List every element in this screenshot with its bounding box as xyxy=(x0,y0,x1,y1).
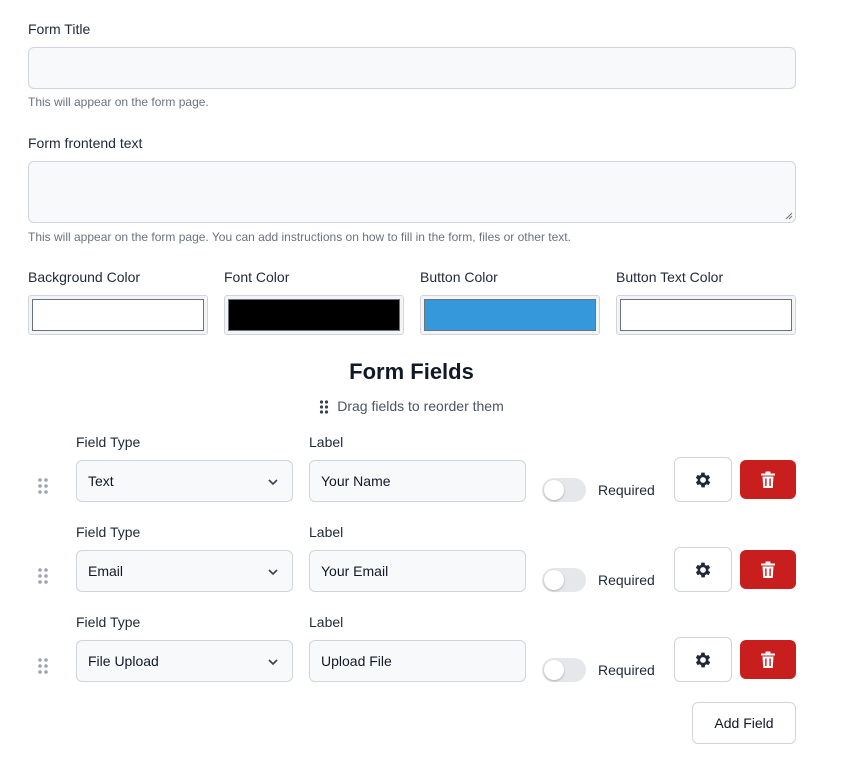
field-settings-button[interactable] xyxy=(674,547,732,592)
field-type-label: Field Type xyxy=(76,614,141,630)
field-type-value: File Upload xyxy=(88,653,159,669)
reorder-hint: Drag fields to reorder them xyxy=(0,398,823,414)
button-text-color-swatch xyxy=(620,299,792,331)
field-settings-button[interactable] xyxy=(674,457,732,502)
delete-field-button[interactable] xyxy=(740,640,796,679)
font-color-swatch xyxy=(228,299,400,331)
drag-handle-icon[interactable] xyxy=(37,477,49,495)
field-type-value: Email xyxy=(88,563,124,579)
drag-handle-icon xyxy=(320,400,329,414)
add-field-button[interactable]: Add Field xyxy=(692,702,796,744)
required-label: Required xyxy=(598,482,655,498)
trash-icon xyxy=(761,561,775,578)
field-type-label: Field Type xyxy=(76,434,141,450)
required-toggle[interactable] xyxy=(542,478,586,502)
label-label: Label xyxy=(309,614,344,630)
form-title-help: This will appear on the form page. xyxy=(28,95,209,109)
chevron-down-icon xyxy=(268,479,278,486)
label-input-value: Upload File xyxy=(321,653,392,669)
form-title-label: Form Title xyxy=(28,21,91,37)
frontend-text-label: Form frontend text xyxy=(28,135,143,151)
drag-handle-icon[interactable] xyxy=(37,657,49,675)
font-color-picker[interactable] xyxy=(224,295,404,335)
field-type-value: Text xyxy=(88,473,114,489)
gear-icon xyxy=(695,562,711,577)
resize-grip-icon[interactable] xyxy=(785,212,793,220)
label-input[interactable]: Your Email xyxy=(309,550,526,592)
label-input-value: Your Name xyxy=(321,473,391,489)
label-input-value: Your Email xyxy=(321,563,389,579)
required-toggle[interactable] xyxy=(542,658,586,682)
reorder-hint-text: Drag fields to reorder them xyxy=(337,398,504,414)
button-text-color-label: Button Text Color xyxy=(616,269,724,285)
button-color-picker[interactable] xyxy=(420,295,600,335)
label-input[interactable]: Your Name xyxy=(309,460,526,502)
toggle-knob xyxy=(544,570,564,590)
form-fields-title: Form Fields xyxy=(349,359,474,384)
frontend-text-textarea[interactable] xyxy=(28,161,796,223)
trash-icon xyxy=(761,651,775,668)
toggle-knob xyxy=(544,480,564,500)
form-title-input[interactable] xyxy=(28,47,796,89)
background-color-swatch xyxy=(32,299,204,331)
delete-field-button[interactable] xyxy=(740,460,796,499)
background-color-picker[interactable] xyxy=(28,295,208,335)
delete-field-button[interactable] xyxy=(740,550,796,589)
label-input[interactable]: Upload File xyxy=(309,640,526,682)
field-type-select[interactable]: Email xyxy=(76,550,293,592)
required-label: Required xyxy=(598,572,655,588)
drag-handle-icon[interactable] xyxy=(37,567,49,585)
button-color-swatch xyxy=(424,299,596,331)
trash-icon xyxy=(761,471,775,488)
chevron-down-icon xyxy=(268,659,278,666)
button-text-color-picker[interactable] xyxy=(616,295,796,335)
required-label: Required xyxy=(598,662,655,678)
field-type-select[interactable]: File Upload xyxy=(76,640,293,682)
background-color-label: Background Color xyxy=(28,269,141,285)
field-settings-button[interactable] xyxy=(674,637,732,682)
chevron-down-icon xyxy=(268,569,278,576)
toggle-knob xyxy=(544,660,564,680)
button-color-label: Button Color xyxy=(420,269,498,285)
field-type-label: Field Type xyxy=(76,524,141,540)
font-color-label: Font Color xyxy=(224,269,290,285)
label-label: Label xyxy=(309,434,344,450)
frontend-text-help: This will appear on the form page. You c… xyxy=(28,230,571,244)
required-toggle[interactable] xyxy=(542,568,586,592)
gear-icon xyxy=(695,472,711,487)
gear-icon xyxy=(695,652,711,667)
label-label: Label xyxy=(309,524,344,540)
field-type-select[interactable]: Text xyxy=(76,460,293,502)
